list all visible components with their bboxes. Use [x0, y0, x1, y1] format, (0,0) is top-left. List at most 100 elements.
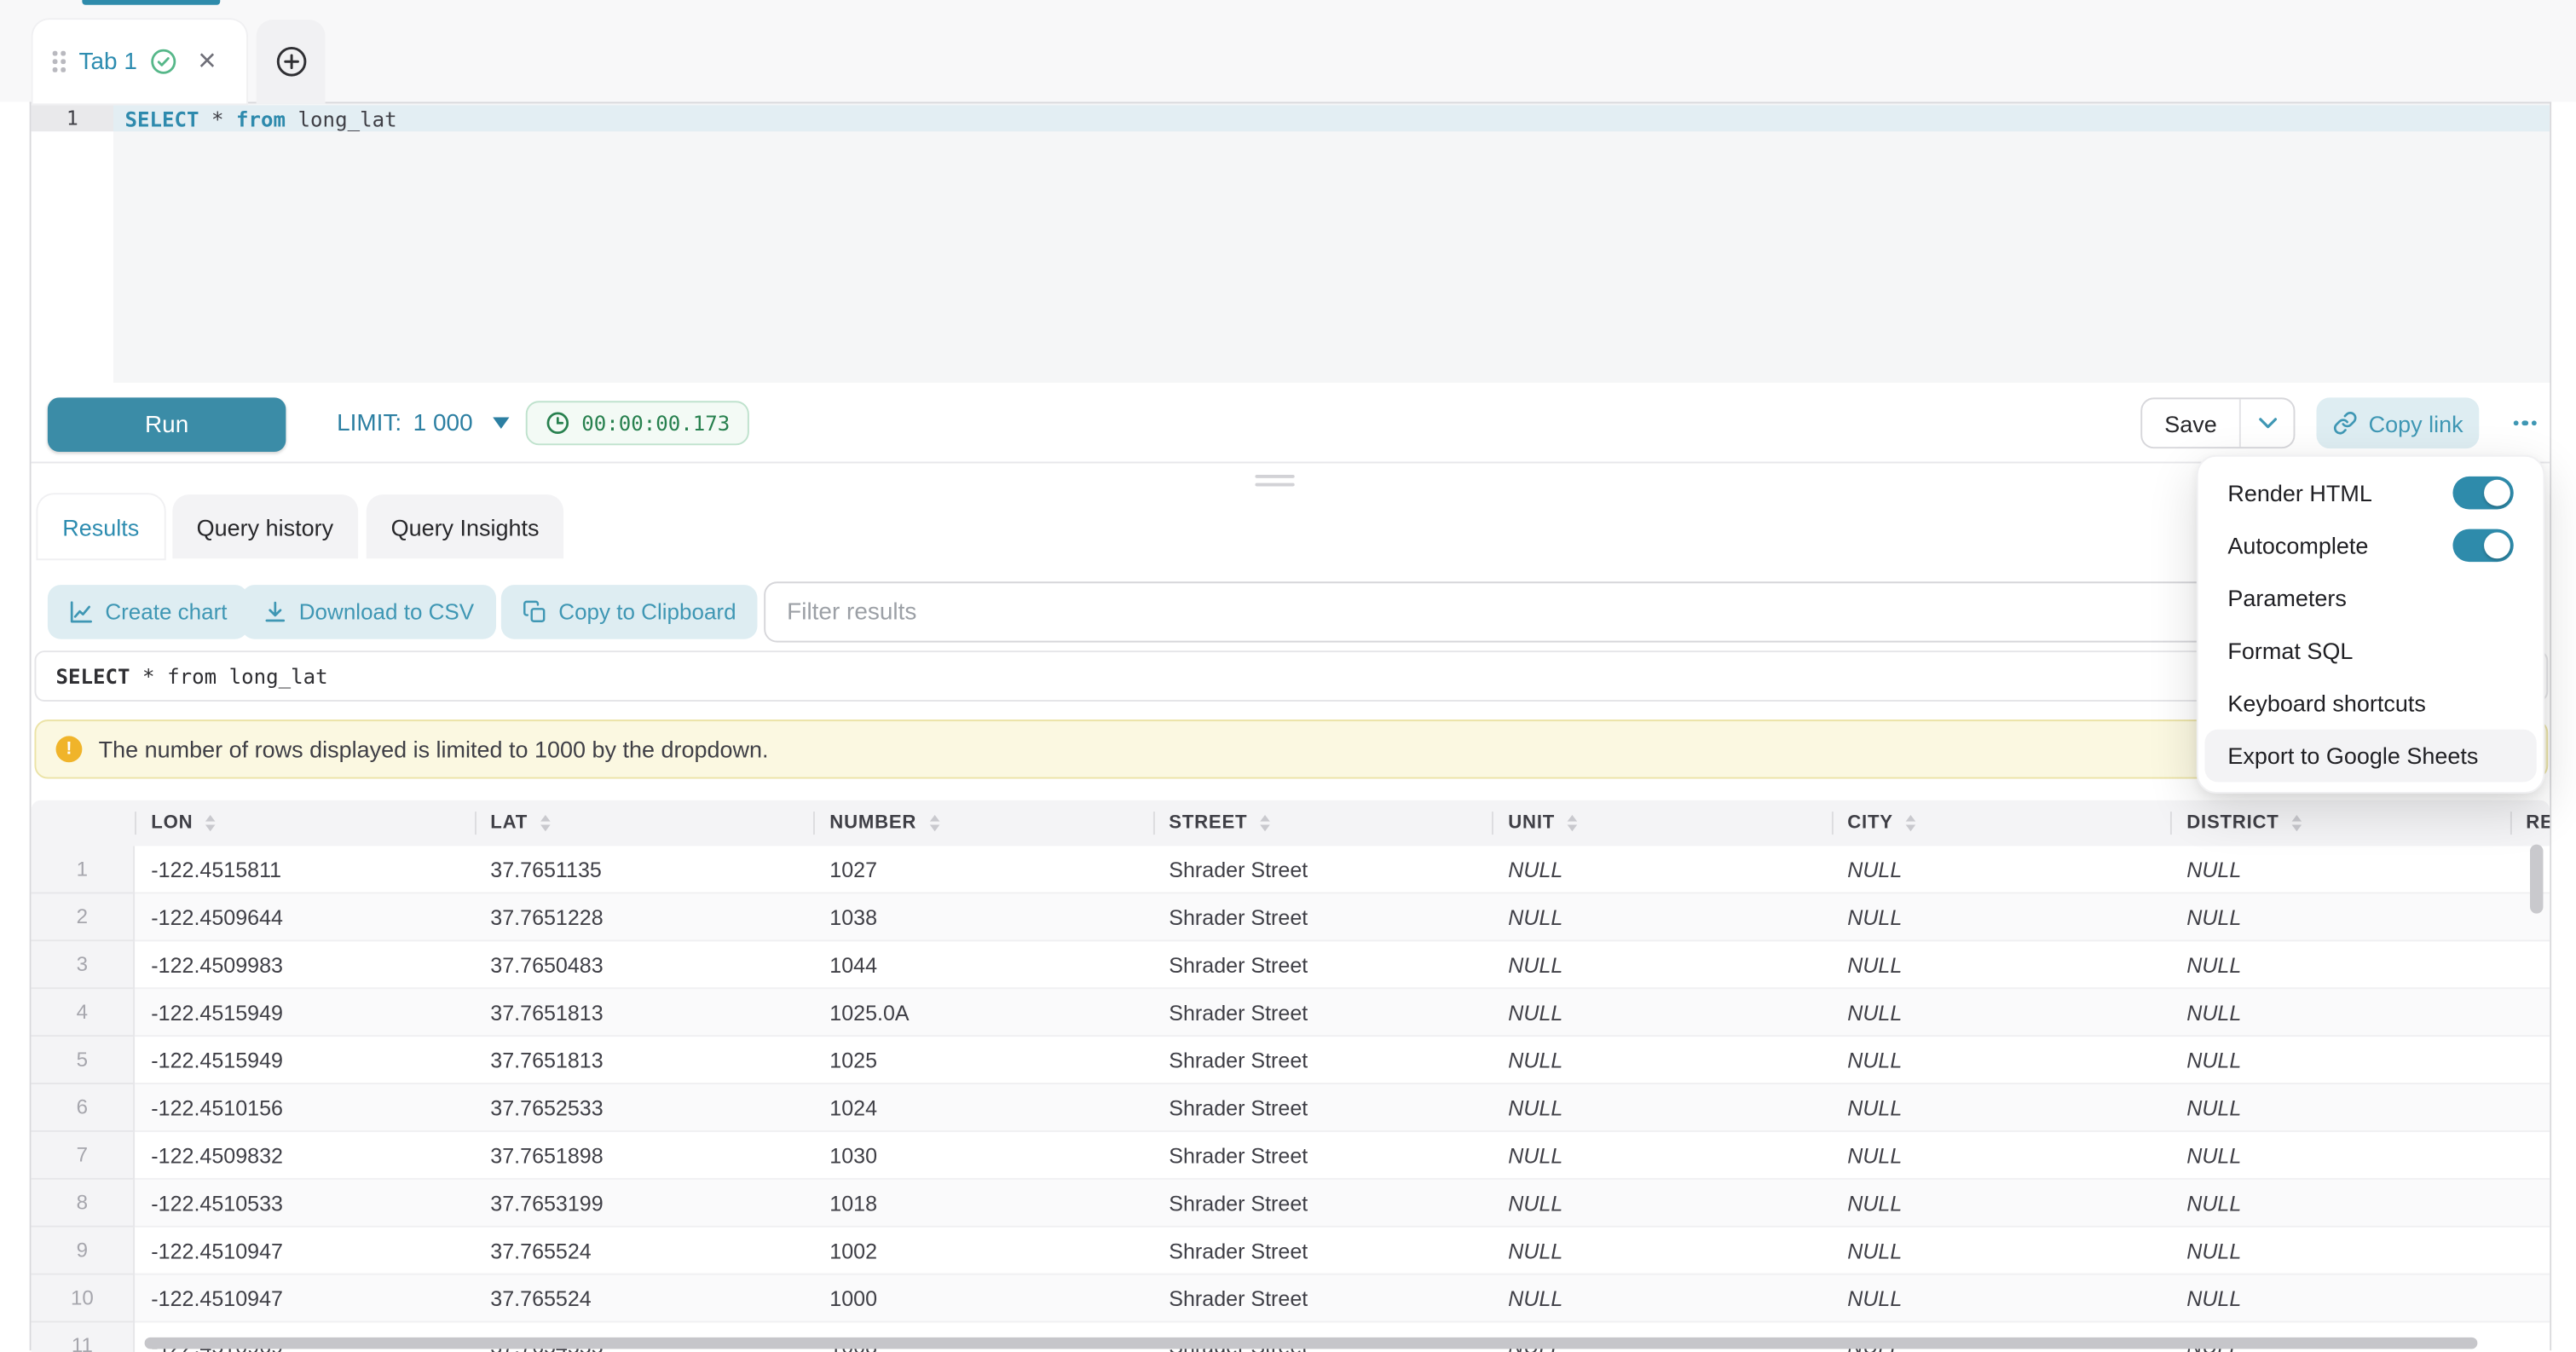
menu-item-parameters[interactable]: Parameters — [2204, 572, 2536, 625]
row-number-cell: 2 — [32, 893, 135, 941]
tab-query-history[interactable]: Query history — [172, 494, 358, 558]
column-header-unit[interactable]: UNIT — [1492, 800, 1831, 846]
column-header-number[interactable]: NUMBER — [813, 800, 1152, 846]
table-row[interactable]: 4-122.451594937.76518131025.0AShrader St… — [32, 989, 2550, 1037]
row-number-cell: 8 — [32, 1180, 135, 1228]
toggle-switch[interactable] — [2452, 477, 2513, 510]
table-cell: 1024 — [813, 1084, 1152, 1132]
table-cell: 37.7653199 — [474, 1180, 813, 1228]
sort-icon[interactable] — [1568, 815, 1578, 831]
more-options-button[interactable] — [2504, 397, 2546, 448]
table-row[interactable]: 2-122.450964437.76512281038Shrader Stree… — [32, 893, 2550, 941]
sql-editor[interactable]: 1 SELECT * from long_lat — [32, 103, 2550, 383]
table-cell: NULL — [1492, 941, 1831, 989]
sort-icon[interactable] — [1906, 815, 1916, 831]
table-cell: NULL — [1492, 893, 1831, 941]
table-cell: NULL — [2170, 893, 2510, 941]
alert-circle-icon: ! — [56, 736, 83, 762]
table-cell: Shrader Street — [1152, 1037, 1492, 1084]
sort-desc-icon — [930, 825, 940, 832]
menu-item-format-sql[interactable]: Format SQL — [2204, 624, 2536, 677]
sort-icon[interactable] — [2292, 815, 2302, 831]
toggle-switch[interactable] — [2452, 529, 2513, 563]
caret-down-icon — [493, 418, 509, 429]
column-header-street[interactable]: STREET — [1152, 800, 1492, 846]
menu-item-export-to-google-sheets[interactable]: Export to Google Sheets — [2204, 730, 2536, 783]
tab-label: Query Insights — [391, 513, 540, 540]
toggle-knob — [2484, 532, 2510, 558]
sort-asc-icon — [1906, 815, 1916, 822]
table-row[interactable]: 9-122.451094737.7655241002Shrader Street… — [32, 1228, 2550, 1275]
run-button[interactable]: Run — [48, 397, 286, 452]
table-body: 1-122.451581137.76511351027Shrader Stree… — [32, 846, 2550, 1352]
close-tab-icon[interactable]: × — [198, 46, 216, 78]
results-tab-bar: ResultsQuery history Query Insights — [32, 494, 2550, 558]
table-cell: 37.7651813 — [474, 1037, 813, 1084]
copy-clipboard-button[interactable]: Copy to Clipboard — [501, 585, 758, 639]
create-chart-button[interactable]: Create chart — [48, 585, 249, 639]
menu-item-keyboard-shortcuts[interactable]: Keyboard shortcuts — [2204, 677, 2536, 730]
table-cell: NULL — [1492, 1180, 1831, 1228]
table-cell: NULL — [2170, 1275, 2510, 1323]
query-tab-1[interactable]: Tab 1 × — [33, 20, 247, 103]
column-header-district[interactable]: DISTRICT — [2170, 800, 2510, 846]
column-header-lon[interactable]: LON — [135, 800, 474, 846]
horizontal-scrollbar-thumb[interactable] — [145, 1338, 2478, 1349]
table-cell — [2510, 1084, 2550, 1132]
table-row[interactable]: 1-122.451581137.76511351027Shrader Stree… — [32, 846, 2550, 894]
table-row[interactable]: 6-122.451015637.76525331024Shrader Stree… — [32, 1084, 2550, 1132]
create-chart-label: Create chart — [105, 599, 227, 624]
table-cell: -122.4509983 — [135, 941, 474, 989]
table-row[interactable]: 5-122.451594937.76518131025Shrader Stree… — [32, 1037, 2550, 1084]
copy-link-button[interactable]: Copy link — [2316, 397, 2479, 448]
sort-icon[interactable] — [540, 815, 551, 831]
table-cell: Shrader Street — [1152, 1228, 1492, 1275]
save-split-button: Save — [2140, 397, 2295, 448]
sort-icon[interactable] — [206, 815, 217, 831]
sort-desc-icon — [1568, 825, 1578, 832]
sort-desc-icon — [540, 825, 551, 832]
table-row[interactable]: 7-122.450983237.76518981030Shrader Stree… — [32, 1132, 2550, 1180]
tab-results[interactable]: Results — [38, 494, 164, 558]
limit-dropdown[interactable]: LIMIT: 1 000 — [337, 383, 509, 463]
table-cell: Shrader Street — [1152, 846, 1492, 894]
column-header-lat[interactable]: LAT — [474, 800, 813, 846]
save-dropdown-button[interactable] — [2241, 399, 2294, 447]
column-header-re[interactable]: RE — [2510, 800, 2550, 846]
check-circle-icon — [150, 48, 178, 76]
table-cell: 1000 — [813, 1275, 1152, 1323]
column-header-city[interactable]: CITY — [1831, 800, 2170, 846]
table-cell: NULL — [1831, 846, 2170, 894]
table-cell: -122.4510533 — [135, 1180, 474, 1228]
table-row[interactable]: 3-122.450998337.76504831044Shrader Stree… — [32, 941, 2550, 989]
editor-code-area[interactable]: SELECT * from long_lat — [113, 103, 2550, 383]
table-row[interactable]: 8-122.451053337.76531991018Shrader Stree… — [32, 1180, 2550, 1228]
table-cell: 1018 — [813, 1180, 1152, 1228]
resize-handle[interactable] — [1255, 475, 1294, 488]
save-button[interactable]: Save — [2142, 399, 2239, 447]
add-tab-button[interactable] — [257, 20, 326, 103]
sort-icon[interactable] — [1261, 815, 1271, 831]
executed-query-display: SELECT * from long_lat — [34, 650, 2548, 702]
vertical-scrollbar-thumb[interactable] — [2530, 845, 2543, 914]
row-number-cell: 5 — [32, 1037, 135, 1084]
menu-item-label: Keyboard shortcuts — [2227, 690, 2513, 716]
tab-query-insights[interactable]: Query Insights — [367, 494, 564, 558]
active-code-line[interactable]: SELECT * from long_lat — [113, 105, 2550, 131]
menu-item-autocomplete[interactable]: Autocomplete — [2204, 519, 2536, 572]
table-cell: 1025.0A — [813, 989, 1152, 1037]
download-icon — [263, 599, 287, 624]
table-cell: -122.4509832 — [135, 1132, 474, 1180]
table-row[interactable]: 10-122.451094737.7655241000Shrader Stree… — [32, 1275, 2550, 1323]
table-cell — [2510, 1322, 2550, 1352]
column-label: LAT — [490, 813, 528, 833]
menu-item-render-html[interactable]: Render HTML — [2204, 466, 2536, 519]
table-cell: Shrader Street — [1152, 893, 1492, 941]
results-table: LON LAT NUMBERSTREETUNITCITYDISTRICT RE 1-1… — [32, 800, 2550, 1352]
download-csv-button[interactable]: Download to CSV — [241, 585, 495, 639]
drag-handle-icon[interactable] — [53, 51, 66, 72]
table-cell: NULL — [2170, 1084, 2510, 1132]
sort-icon[interactable] — [930, 815, 940, 831]
column-label: RE — [2526, 813, 2550, 833]
table-cell: NULL — [1492, 1275, 1831, 1323]
